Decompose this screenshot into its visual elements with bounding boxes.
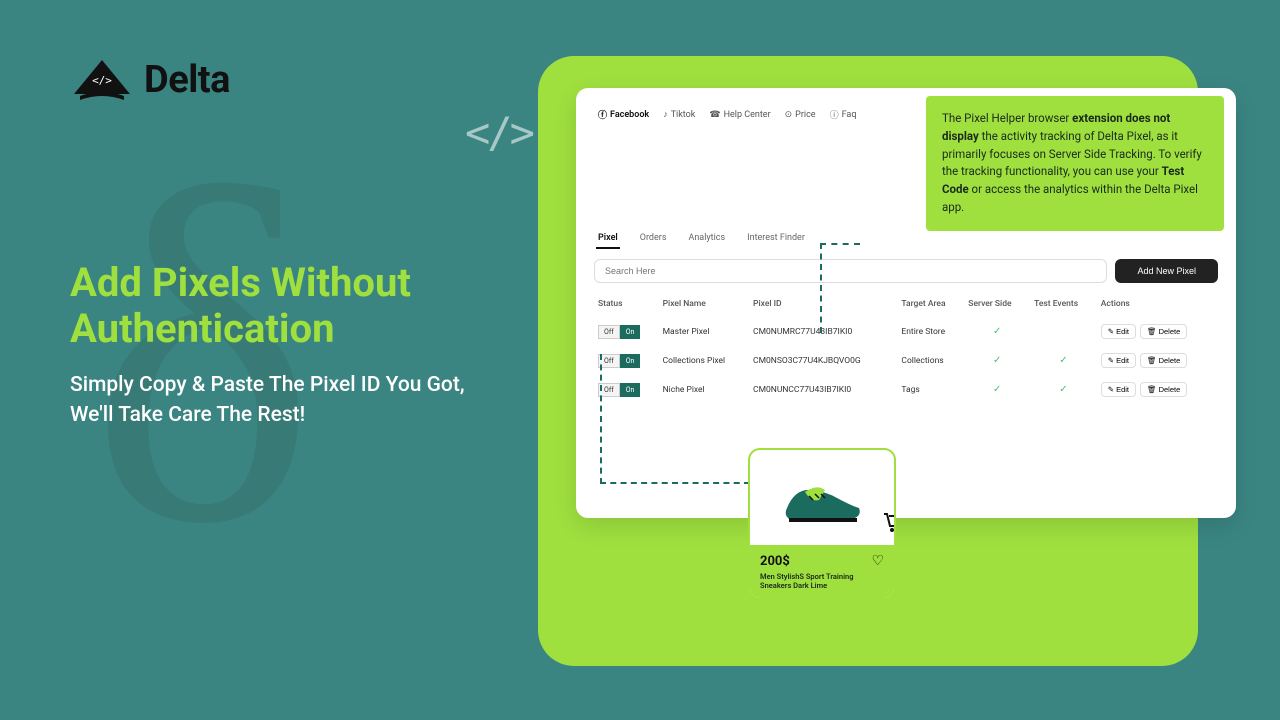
cell-target: Collections	[897, 346, 964, 375]
delete-button[interactable]: 🗑 Delete	[1140, 324, 1187, 339]
edit-button[interactable]: ✎ Edit	[1101, 353, 1136, 368]
col-target: Target Area	[897, 291, 964, 317]
cell-server: ✓	[964, 375, 1030, 404]
col-actions: Actions	[1097, 291, 1218, 317]
sub-tabs: Pixel Orders Analytics Interest Finder	[596, 229, 1216, 249]
pencil-icon: ✎	[1108, 356, 1114, 365]
brand-name: Delta	[144, 58, 230, 102]
cell-target: Entire Store	[897, 317, 964, 346]
nav-faq[interactable]: ⓘFaq	[830, 108, 857, 121]
col-name: Pixel Name	[659, 291, 749, 317]
edit-button[interactable]: ✎ Edit	[1101, 382, 1136, 397]
cell-id: CM0NUNCC77U43IB7IKI0	[749, 375, 897, 404]
info-icon: ⓘ	[830, 108, 839, 121]
delete-button[interactable]: 🗑 Delete	[1140, 353, 1187, 368]
search-row: Add New Pixel	[594, 259, 1218, 283]
tab-orders[interactable]: Orders	[638, 229, 669, 249]
cell-test	[1030, 317, 1097, 346]
brand-logo: </> Delta	[70, 58, 230, 102]
trash-icon: 🗑	[1147, 327, 1157, 336]
facebook-icon: ⓕ	[598, 108, 607, 121]
info-callout: The Pixel Helper browser extension does …	[926, 96, 1224, 231]
nav-price[interactable]: ⊙Price	[785, 108, 816, 121]
trash-icon: 🗑	[1147, 356, 1157, 365]
col-server: Server Side	[964, 291, 1030, 317]
cell-id: CM0NSO3C77U4KJBQVO0G	[749, 346, 897, 375]
product-desc: Men StylishS Sport Training Sneakers Dar…	[760, 572, 884, 590]
headset-icon: ☎	[709, 110, 720, 120]
nav-tiktok[interactable]: ♪Tiktok	[663, 108, 695, 121]
trash-icon: 🗑	[1147, 385, 1157, 394]
hero-subtitle: Simply Copy & Paste The Pixel ID You Got…	[70, 370, 510, 431]
cell-test: ✓	[1030, 346, 1097, 375]
col-status: Status	[594, 291, 659, 317]
add-to-cart-icon[interactable]: +	[880, 504, 896, 534]
code-bracket-icon: </>	[465, 108, 532, 157]
product-price: 200$	[760, 554, 790, 569]
svg-text:</>: </>	[92, 74, 112, 87]
status-toggle[interactable]: OffOn	[598, 325, 640, 339]
hero-section: Add Pixels Without Authentication Simply…	[70, 260, 510, 431]
product-card: + 200$ ♡ Men StylishS Sport Training Sne…	[748, 448, 896, 600]
col-test: Test Events	[1030, 291, 1097, 317]
tag-icon: ⊙	[785, 110, 793, 120]
product-image: +	[750, 450, 894, 545]
pencil-icon: ✎	[1108, 327, 1114, 336]
cell-test: ✓	[1030, 375, 1097, 404]
cell-name: Master Pixel	[659, 317, 749, 346]
nav-help[interactable]: ☎Help Center	[709, 108, 770, 121]
edit-button[interactable]: ✎ Edit	[1101, 324, 1136, 339]
cell-server: ✓	[964, 317, 1030, 346]
nav-facebook[interactable]: ⓕFacebook	[598, 108, 649, 121]
table-row: OffOnMaster PixelCM0NUMRC77U43IB7IKI0Ent…	[594, 317, 1218, 346]
sneaker-icon	[777, 468, 867, 528]
connector-line-2	[600, 354, 750, 484]
hero-title: Add Pixels Without Authentication	[70, 260, 510, 352]
tab-pixel[interactable]: Pixel	[596, 229, 620, 249]
tab-analytics[interactable]: Analytics	[686, 229, 727, 249]
tiktok-icon: ♪	[663, 109, 668, 120]
heart-icon[interactable]: ♡	[871, 553, 884, 569]
connector-line-1	[820, 243, 860, 333]
cell-target: Tags	[897, 375, 964, 404]
product-meta: 200$ ♡ Men StylishS Sport Training Sneak…	[750, 545, 894, 598]
logo-mark-icon: </>	[70, 58, 134, 102]
pencil-icon: ✎	[1108, 385, 1114, 394]
cell-server: ✓	[964, 346, 1030, 375]
add-new-pixel-button[interactable]: Add New Pixel	[1115, 259, 1218, 283]
tab-interest[interactable]: Interest Finder	[745, 229, 807, 249]
delete-button[interactable]: 🗑 Delete	[1140, 382, 1187, 397]
